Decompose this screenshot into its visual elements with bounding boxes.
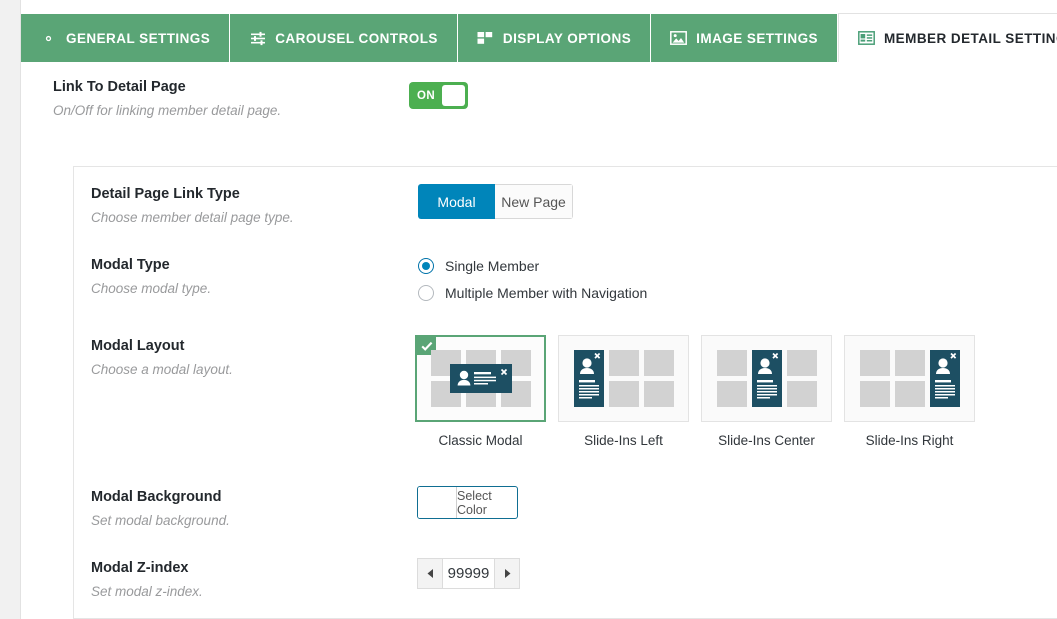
thumbnail-preview — [701, 335, 832, 422]
tab-label: CAROUSEL CONTROLS — [275, 30, 438, 46]
setting-label: Modal Background — [91, 489, 222, 505]
modal-layout-thumbnails: Classic Modal Slide-Ins Left Slide-Ins C… — [415, 335, 975, 448]
zindex-value: 99999 — [447, 565, 490, 582]
thumbnail-label: Slide-Ins Left — [584, 433, 663, 448]
setting-detail-page-link-type: Detail Page Link Type Choose member deta… — [91, 185, 294, 227]
setting-label: Modal Layout — [91, 338, 185, 354]
radio-label: Single Member — [445, 258, 540, 274]
toggle-state-label: ON — [417, 89, 436, 102]
thumbnail-grid — [430, 350, 531, 407]
setting-description: Choose a modal layout. — [91, 362, 233, 378]
thumbnail-label: Slide-Ins Right — [865, 433, 954, 448]
setting-modal-zindex: Modal Z-index Set modal z-index. — [91, 559, 203, 601]
modal-layout-option-slide-ins-left[interactable]: Slide-Ins Left — [558, 335, 689, 448]
setting-label: Detail Page Link Type — [91, 186, 240, 202]
thumbnail-grid — [859, 350, 960, 407]
thumbnail-modal-overlay — [751, 350, 782, 407]
thumbnail-preview — [844, 335, 975, 422]
link-to-detail-page-toggle[interactable]: ON — [409, 82, 468, 109]
thumbnail-modal-overlay — [449, 364, 512, 393]
tab-label: MEMBER DETAIL SETTINGS — [883, 30, 1057, 46]
settings-panel: GENERAL SETTINGS CAROUSEL CONTROLS DISPL… — [20, 0, 1057, 619]
select-color-button[interactable]: Select Color — [457, 487, 517, 518]
sliders-icon — [249, 30, 266, 47]
radio-label: Multiple Member with Navigation — [445, 285, 648, 301]
setting-description: Choose modal type. — [91, 281, 212, 297]
member-detail-settings-card: Detail Page Link Type Choose member deta… — [73, 166, 1057, 619]
radio-indicator — [418, 285, 434, 301]
modal-layout-option-slide-ins-center[interactable]: Slide-Ins Center — [701, 335, 832, 448]
modal-zindex-stepper: 99999 — [417, 558, 520, 589]
tab-display-options[interactable]: DISPLAY OPTIONS — [457, 14, 652, 62]
tab-label: IMAGE SETTINGS — [696, 30, 818, 46]
radio-indicator — [418, 258, 434, 274]
thumbnail-preview — [558, 335, 689, 422]
setting-label: Modal Type — [91, 257, 170, 273]
tab-general-settings[interactable]: GENERAL SETTINGS — [21, 14, 231, 62]
image-icon — [670, 30, 688, 47]
setting-description: On/Off for linking member detail page. — [53, 103, 282, 119]
tab-image-settings[interactable]: IMAGE SETTINGS — [651, 14, 838, 62]
link-type-option-new-page[interactable]: New Page — [495, 184, 573, 219]
zindex-increment-button[interactable] — [494, 558, 520, 589]
setting-modal-background: Modal Background Set modal background. — [91, 488, 230, 530]
zindex-decrement-button[interactable] — [417, 558, 443, 589]
setting-description: Choose member detail page type. — [91, 210, 294, 226]
tab-carousel-controls[interactable]: CAROUSEL CONTROLS — [230, 14, 458, 62]
setting-description: Set modal z-index. — [91, 584, 203, 600]
setting-label: Link To Detail Page — [53, 79, 186, 95]
gear-icon — [40, 30, 57, 47]
tab-label: GENERAL SETTINGS — [66, 30, 211, 46]
setting-modal-type: Modal Type Choose modal type. — [91, 256, 211, 298]
setting-link-to-detail-page: Link To Detail Page On/Off for linking m… — [53, 78, 1033, 120]
settings-tabbar: GENERAL SETTINGS CAROUSEL CONTROLS DISPL… — [21, 13, 1057, 62]
modal-type-radio-group: Single Member Multiple Member with Navig… — [418, 258, 647, 312]
detail-page-link-type-segmented: Modal New Page — [418, 184, 573, 219]
tab-member-detail-settings[interactable]: MEMBER DETAIL SETTINGS — [837, 13, 1057, 62]
settings-page: GENERAL SETTINGS CAROUSEL CONTROLS DISPL… — [0, 0, 1057, 619]
thumbnail-label: Classic Modal — [438, 433, 523, 448]
zindex-input[interactable]: 99999 — [443, 558, 494, 589]
setting-modal-layout: Modal Layout Choose a modal layout. — [91, 337, 233, 379]
thumbnail-modal-overlay — [929, 350, 960, 407]
toggle-knob — [442, 85, 465, 106]
thumbnail-grid — [573, 350, 674, 407]
modal-type-option-multiple-member[interactable]: Multiple Member with Navigation — [418, 285, 647, 301]
thumbnail-modal-overlay — [573, 350, 604, 407]
setting-description: Set modal background. — [91, 513, 230, 529]
modal-background-color-picker[interactable]: Select Color — [417, 486, 518, 519]
tab-label: DISPLAY OPTIONS — [502, 30, 632, 46]
thumbnail-label: Slide-Ins Center — [718, 433, 815, 448]
grid-icon — [477, 30, 494, 47]
modal-type-option-single-member[interactable]: Single Member — [418, 258, 647, 274]
thumbnail-grid — [716, 350, 817, 407]
thumbnail-preview — [415, 335, 546, 422]
link-type-option-modal[interactable]: Modal — [418, 184, 495, 219]
modal-layout-option-classic-modal[interactable]: Classic Modal — [415, 335, 546, 448]
setting-label: Modal Z-index — [91, 560, 189, 576]
id-card-icon — [858, 30, 875, 47]
color-swatch — [418, 487, 457, 518]
modal-layout-option-slide-ins-right[interactable]: Slide-Ins Right — [844, 335, 975, 448]
